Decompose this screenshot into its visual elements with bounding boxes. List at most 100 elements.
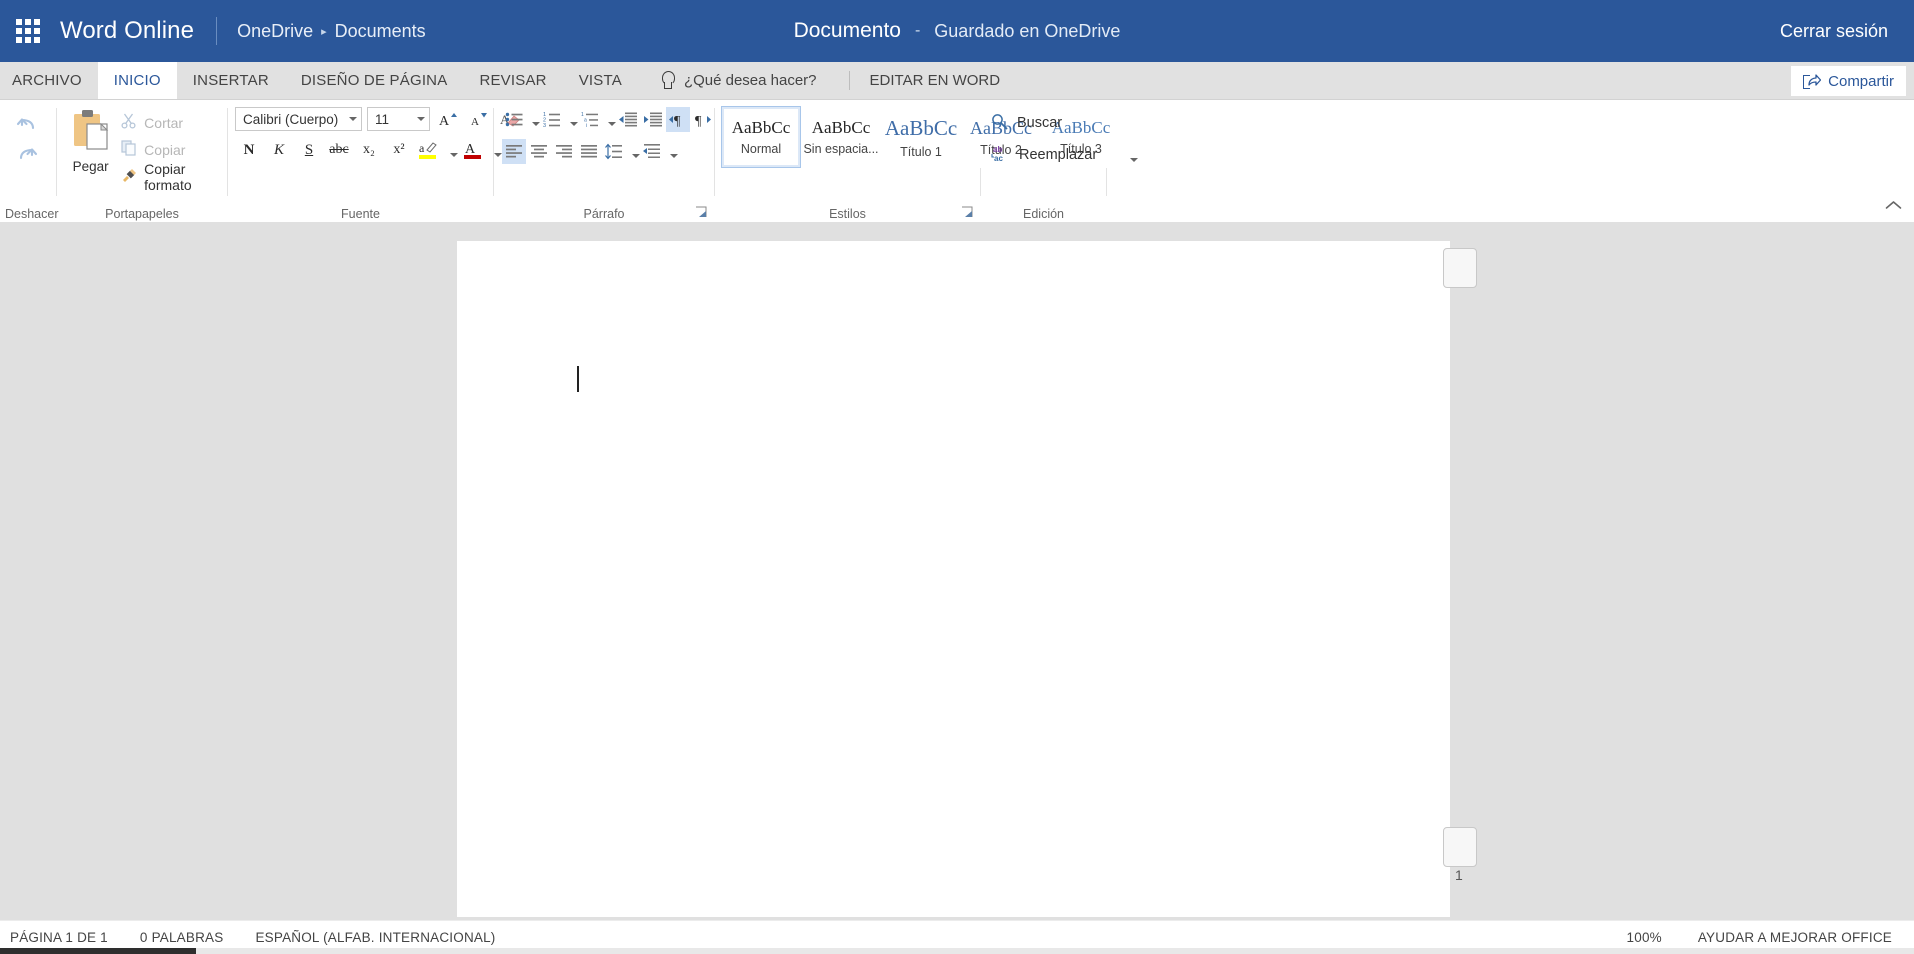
share-button[interactable]: Compartir: [1791, 66, 1906, 96]
breadcrumb-root[interactable]: OneDrive: [237, 21, 313, 42]
comment-box-bottom[interactable]: [1443, 827, 1477, 867]
subscript-button[interactable]: x₂: [355, 137, 383, 163]
superscript-button[interactable]: x²: [385, 137, 413, 163]
numbering-chevron-down-icon[interactable]: [565, 106, 578, 132]
suite-divider: [216, 17, 218, 45]
breadcrumb-current[interactable]: Documents: [335, 21, 426, 42]
svg-text:i: i: [586, 123, 587, 128]
bold-button[interactable]: N: [235, 137, 263, 163]
align-right-button[interactable]: [552, 139, 576, 164]
svg-text:ac: ac: [994, 154, 1003, 162]
multilevel-chevron-down-icon[interactable]: [603, 106, 616, 132]
undo-button[interactable]: [4, 110, 50, 140]
group-label-fuente: Fuente: [341, 207, 380, 221]
chevron-down-icon: [349, 117, 357, 121]
replace-button[interactable]: ab ac Reemplazar: [991, 142, 1097, 168]
highlight-chevron-down-icon[interactable]: [445, 137, 458, 163]
line-spacing-button[interactable]: [602, 139, 626, 164]
edit-in-word-button[interactable]: EDITAR EN WORD: [860, 62, 1011, 99]
multilevel-list-button[interactable]: 1 a i: [578, 107, 602, 132]
comment-box-top[interactable]: [1443, 248, 1477, 288]
status-zoom-level[interactable]: 100%: [1627, 930, 1662, 945]
status-language[interactable]: ESPAÑOL (ALFAB. INTERNACIONAL): [255, 930, 495, 945]
bullet-list-button[interactable]: [502, 107, 526, 132]
font-family-combo[interactable]: Calibri (Cuerpo): [235, 107, 362, 131]
document-title[interactable]: Documento: [794, 19, 901, 43]
line-spacing-chevron-down-icon[interactable]: [627, 138, 640, 164]
left-to-right-button[interactable]: ¶: [666, 106, 690, 132]
tell-me-label: ¿Qué desea hacer?: [683, 72, 817, 89]
increase-indent-button[interactable]: [641, 107, 665, 132]
redo-button[interactable]: [4, 140, 50, 170]
find-label: Buscar: [1017, 115, 1063, 131]
justify-button[interactable]: [577, 139, 601, 164]
paste-label: Pegar: [72, 159, 109, 174]
strikethrough-label: abc: [329, 142, 349, 157]
font-size-value: 11: [375, 111, 390, 127]
clipboard-commands: Cortar Copiar Copiar formato: [116, 106, 227, 193]
breadcrumb-separator-icon: ▸: [321, 25, 327, 38]
styles-dialog-launcher[interactable]: [961, 206, 975, 220]
italic-label: K: [273, 141, 284, 158]
sign-out-link[interactable]: Cerrar sesión: [1780, 21, 1914, 42]
cut-button[interactable]: Cortar: [116, 110, 227, 135]
copy-button[interactable]: Copiar: [116, 137, 227, 162]
tab-inicio[interactable]: INICIO: [97, 62, 177, 99]
text-cursor: [577, 366, 579, 392]
font-size-combo[interactable]: 11: [367, 107, 430, 131]
style-titulo-1[interactable]: AaBbCc Título 1: [881, 106, 961, 168]
text-highlight-button[interactable]: a: [415, 137, 443, 163]
ribbon-group-fuente: Calibri (Cuerpo) 11 A A A N K S abc x₂ x…: [228, 100, 520, 222]
align-center-button[interactable]: [527, 139, 551, 164]
document-page[interactable]: [457, 241, 1450, 917]
svg-text:A: A: [439, 114, 450, 129]
tell-me-search[interactable]: ¿Qué desea hacer?: [638, 62, 831, 99]
tab-revisar[interactable]: REVISAR: [463, 62, 562, 99]
right-to-left-button[interactable]: ¶: [691, 107, 715, 132]
paragraph-spacing-button[interactable]: [640, 139, 664, 164]
paragraph-spacing-chevron-down-icon[interactable]: [665, 138, 678, 164]
paste-button[interactable]: Pegar: [65, 106, 116, 189]
app-launcher-button[interactable]: [0, 19, 56, 43]
ribbon-group-portapapeles: Pegar Cortar Copiar Copiar formato Porta…: [57, 100, 227, 222]
ribbon-group-parrafo: 1 2 3 1 a i ¶ ¶ Párrafo: [494, 100, 714, 222]
font-color-button[interactable]: A: [459, 137, 487, 163]
ribbon-tab-bar: ARCHIVO INICIO INSERTAR DISEÑO DE PÁGINA…: [0, 62, 1914, 100]
style-sin-espaciado[interactable]: AaBbCc Sin espacia...: [801, 106, 881, 168]
find-button[interactable]: Buscar: [991, 110, 1097, 136]
status-word-count[interactable]: 0 PALABRAS: [140, 930, 224, 945]
grow-font-button[interactable]: A: [435, 106, 461, 132]
tab-vista[interactable]: VISTA: [563, 62, 638, 99]
underline-button[interactable]: S: [295, 137, 323, 163]
numbered-list-button[interactable]: 1 2 3: [540, 107, 564, 132]
svg-text:¶: ¶: [674, 114, 681, 128]
font-family-value: Calibri (Cuerpo): [243, 111, 339, 127]
strikethrough-button[interactable]: abc: [325, 137, 353, 163]
bullets-chevron-down-icon[interactable]: [527, 106, 540, 132]
save-status[interactable]: Guardado en OneDrive: [934, 21, 1120, 42]
collapse-ribbon-button[interactable]: [1885, 198, 1902, 216]
share-label: Compartir: [1828, 72, 1894, 90]
italic-button[interactable]: K: [265, 137, 293, 163]
tab-diseno-de-pagina[interactable]: DISEÑO DE PÁGINA: [285, 62, 464, 99]
tab-insertar[interactable]: INSERTAR: [177, 62, 285, 99]
waffle-icon: [16, 19, 40, 43]
replace-icon: ab ac: [991, 144, 1010, 166]
paragraph-dialog-launcher[interactable]: [695, 206, 709, 220]
horizontal-scrollbar-thumb[interactable]: [0, 948, 196, 954]
shrink-font-button[interactable]: A: [466, 106, 492, 132]
style-normal[interactable]: AaBbCc Normal: [721, 106, 801, 168]
align-left-button[interactable]: [502, 138, 526, 164]
format-painter-button[interactable]: Copiar formato: [116, 161, 227, 193]
breadcrumb: OneDrive ▸ Documents: [237, 21, 426, 42]
status-page-info[interactable]: PÁGINA 1 DE 1: [10, 930, 108, 945]
tab-archivo[interactable]: ARCHIVO: [0, 62, 98, 99]
title-dash: -: [914, 22, 921, 39]
styles-more-chevron-down-icon[interactable]: [1123, 152, 1139, 168]
horizontal-scrollbar[interactable]: [0, 948, 1914, 954]
app-name[interactable]: Word Online: [56, 17, 196, 45]
chevron-down-icon: [417, 117, 425, 121]
status-feedback-link[interactable]: AYUDAR A MEJORAR OFFICE: [1698, 930, 1892, 945]
ribbon-group-deshacer: Deshacer: [0, 100, 59, 222]
decrease-indent-button[interactable]: [616, 107, 640, 132]
